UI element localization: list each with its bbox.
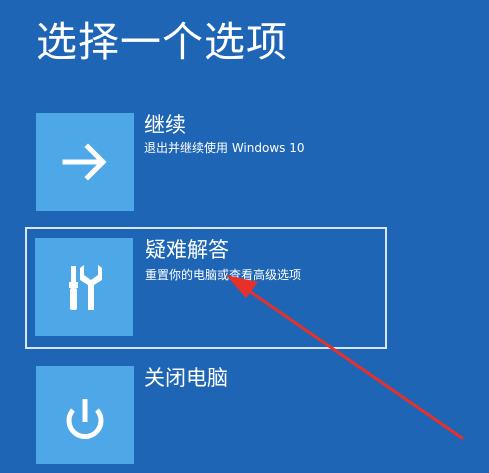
continue-tile (36, 113, 134, 211)
option-troubleshoot[interactable]: 疑难解答 重置你的电脑或查看高级选项 (25, 227, 387, 349)
tools-icon (69, 265, 102, 310)
shutdown-tile (36, 366, 134, 464)
troubleshoot-tile (35, 238, 133, 336)
option-title: 疑难解答 (145, 238, 229, 262)
power-icon (66, 399, 104, 440)
arrow-right-icon (62, 143, 107, 181)
option-continue[interactable]: 继续 退出并继续使用 Windows 10 (25, 110, 387, 231)
option-title: 继续 (144, 113, 186, 137)
option-title: 关闭电脑 (144, 366, 228, 390)
page-title: 选择一个选项 (36, 18, 288, 66)
option-description: 退出并继续使用 Windows 10 (144, 141, 305, 155)
option-shutdown[interactable]: 关闭电脑 (25, 363, 387, 473)
option-description: 重置你的电脑或查看高级选项 (145, 268, 302, 282)
